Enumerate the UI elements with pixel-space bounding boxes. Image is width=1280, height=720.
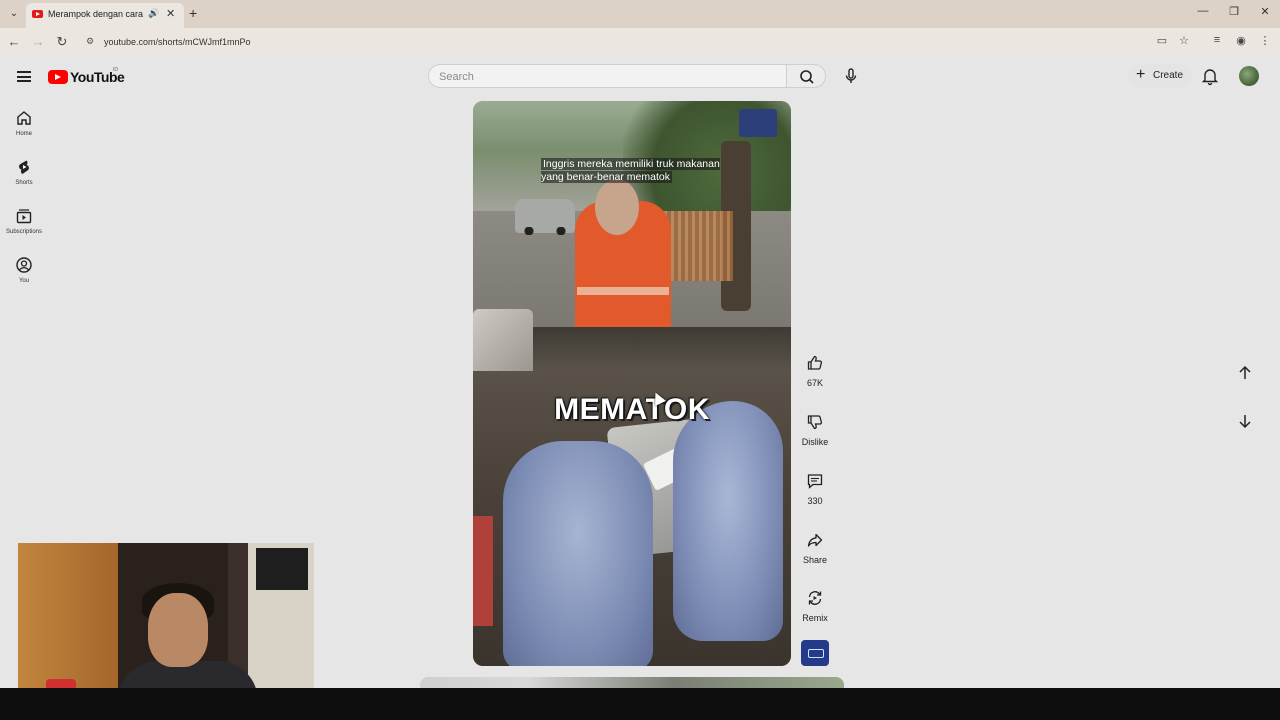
webcam-overlay <box>18 543 314 710</box>
country-code: ID <box>113 67 118 73</box>
shorts-video-player[interactable]: Inggris mereka memiliki truk makanan yan… <box>473 101 791 666</box>
tab-close-icon[interactable]: ✕ <box>166 7 175 20</box>
reload-icon[interactable]: ↻ <box>54 34 70 50</box>
guide-item-you[interactable]: You <box>0 256 48 300</box>
share-icon <box>807 533 823 547</box>
remix-label: Remix <box>802 613 828 623</box>
site-info-icon[interactable]: ⚙ <box>86 36 94 47</box>
guide-label-home: Home <box>15 131 32 137</box>
forward-icon[interactable]: → <box>30 34 46 49</box>
tab-search-chevron-icon[interactable]: ⌄ <box>6 6 22 22</box>
search-box[interactable] <box>428 64 786 88</box>
back-icon[interactable]: ← <box>6 34 22 49</box>
restore-icon[interactable]: ❐ <box>1226 5 1242 18</box>
video-overlay-word: MEMATOK <box>554 393 710 426</box>
voice-search-button[interactable] <box>839 64 863 88</box>
video-scene-red-object <box>473 516 493 626</box>
guide-item-subscriptions[interactable]: Subscriptions <box>0 207 48 251</box>
guide-menu-icon[interactable] <box>17 71 31 82</box>
guide-label-subscriptions: Subscriptions <box>5 229 43 235</box>
guide-label-shorts: Shorts <box>15 180 33 186</box>
comment-icon <box>807 474 823 489</box>
guide-item-shorts[interactable]: Shorts <box>0 158 48 202</box>
video-scene-left-glove <box>503 441 653 666</box>
thumbs-down-icon <box>807 415 823 430</box>
video-caption-text: Inggris mereka memiliki truk makanan yan… <box>541 158 720 183</box>
webcam-picture-frame <box>248 543 314 710</box>
masthead: YouTube ID + Create <box>0 56 1280 100</box>
window-close-icon[interactable]: ✕ <box>1257 5 1273 18</box>
browser-tab[interactable]: Merampok dengan cara ya... 🔊 ✕ <box>26 3 184 28</box>
bookmark-star-icon[interactable]: ☆ <box>1176 34 1192 47</box>
remix-icon <box>808 591 822 605</box>
next-short-button[interactable] <box>1233 409 1257 433</box>
dislike-label: Dislike <box>801 437 829 447</box>
arrow-down-icon <box>1239 415 1251 429</box>
new-tab-button[interactable]: + <box>189 5 197 21</box>
address-bar[interactable]: ⚙ youtube.com/shorts/mCWJmf1mnPo <box>80 31 1200 53</box>
search-icon <box>800 70 814 84</box>
sound-source-thumbnail[interactable] <box>801 640 829 666</box>
webcam-person-face <box>148 593 208 667</box>
bottom-black-bar <box>0 688 1280 720</box>
browser-tab-bar: ⌄ Merampok dengan cara ya... 🔊 ✕ + — ❐ ✕ <box>0 0 1280 28</box>
tab-title: Merampok dengan cara ya... <box>48 9 144 19</box>
bell-icon <box>1201 69 1219 86</box>
video-scene-person-head <box>595 179 639 235</box>
previous-short-button[interactable] <box>1233 361 1257 385</box>
subscriptions-icon <box>16 209 32 224</box>
video-scene-car <box>515 199 575 235</box>
guide-item-home[interactable]: Home <box>0 109 48 153</box>
comment-count: 330 <box>807 496 823 506</box>
extension-icon[interactable]: ◉ <box>1233 34 1249 47</box>
shorts-icon <box>19 160 29 174</box>
plus-icon: + <box>1136 66 1146 83</box>
video-caption: Inggris mereka memiliki truk makanan yan… <box>541 158 729 184</box>
thumbs-up-icon <box>807 355 823 370</box>
share-label: Share <box>802 555 828 565</box>
url-text: youtube.com/shorts/mCWJmf1mnPo <box>104 37 251 47</box>
youtube-logo-icon[interactable] <box>48 70 68 84</box>
youtube-favicon-icon <box>32 10 43 18</box>
create-label: Create <box>1153 70 1184 81</box>
browser-menu-icon[interactable]: ⋮ <box>1257 34 1273 47</box>
microphone-icon <box>845 68 857 83</box>
notifications-button[interactable] <box>1200 66 1220 86</box>
like-count: 67K <box>806 378 823 388</box>
media-controls-icon[interactable]: ≡ <box>1209 34 1225 46</box>
minimize-icon[interactable]: — <box>1195 5 1211 17</box>
video-scene-sign <box>739 109 777 137</box>
install-app-icon[interactable]: ▭ <box>1154 34 1170 47</box>
home-icon <box>17 111 31 125</box>
speaker-icon[interactable]: 🔊 <box>148 8 159 19</box>
account-avatar[interactable] <box>1239 66 1259 86</box>
video-scene-vest-stripe <box>577 287 669 295</box>
account-icon <box>16 257 32 273</box>
video-scene-right-glove <box>673 401 783 641</box>
arrow-up-icon <box>1239 365 1251 379</box>
search-input[interactable] <box>439 69 769 84</box>
search-button[interactable] <box>786 64 826 88</box>
guide-label-you: You <box>18 278 30 284</box>
browser-toolbar: ← → ↻ ⚙ youtube.com/shorts/mCWJmf1mnPo ▭… <box>0 28 1280 56</box>
create-button[interactable]: + Create <box>1128 64 1192 88</box>
